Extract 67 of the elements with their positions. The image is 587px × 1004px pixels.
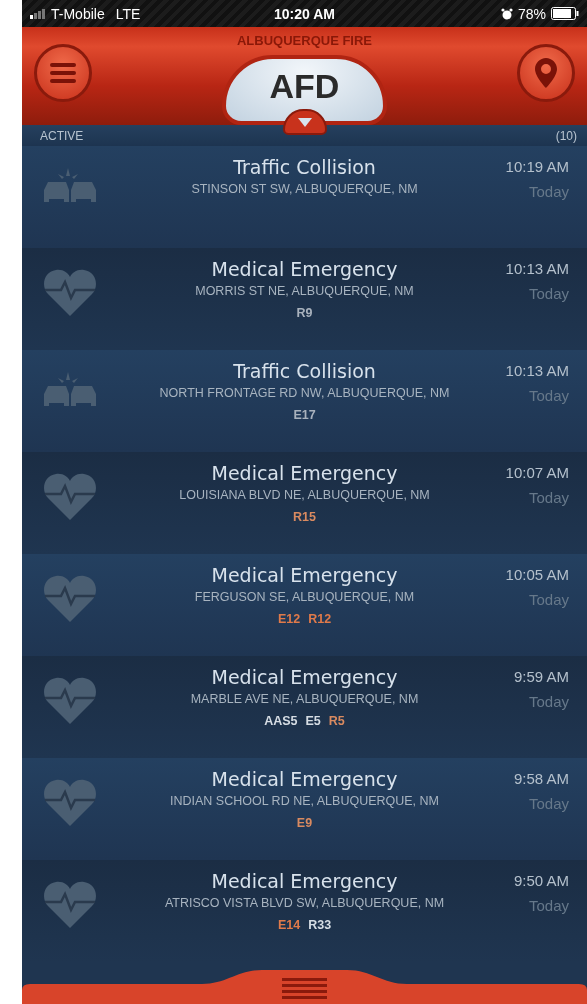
menu-icon [50, 62, 76, 84]
incident-time: 9:50 AM [513, 872, 569, 889]
heart-pulse-icon [43, 268, 97, 316]
incident-title: Traffic Collision [233, 156, 376, 178]
incident-time: 10:07 AM [505, 464, 569, 481]
unit-code: E14 [277, 918, 301, 932]
caret-icon [298, 117, 312, 127]
incident-address: NORTH FRONTAGE RD NW, ALBUQUERQUE, NM [159, 386, 450, 400]
incident-address: LOUISIANA BLVD NE, ALBUQUERQUE, NM [179, 488, 430, 502]
heart-pulse-icon [43, 472, 97, 520]
incident-count: (10) [555, 128, 577, 143]
incident-address: STINSON ST SW, ALBUQUERQUE, NM [191, 182, 418, 196]
heart-pulse-icon [43, 574, 97, 622]
incident-title: Medical Emergency [211, 768, 398, 790]
incident-time: 10:19 AM [505, 158, 569, 175]
incident-title: Medical Emergency [211, 462, 398, 484]
incident-time: 10:13 AM [505, 260, 569, 277]
incident-day: Today [528, 285, 569, 302]
incident-time: 10:05 AM [505, 566, 569, 583]
incident-day: Today [528, 387, 569, 404]
incident-day: Today [528, 795, 569, 812]
battery-percent: 78% [517, 5, 546, 22]
alarm-icon [500, 7, 513, 20]
incident-address: MORRIS ST NE, ALBUQUERQUE, NM [195, 284, 414, 298]
logo-text: AFD [269, 69, 340, 103]
menu-button[interactable] [34, 44, 92, 102]
incident-day: Today [528, 489, 569, 506]
unit-code: R33 [308, 918, 332, 932]
incident-title: Medical Emergency [211, 564, 398, 586]
heart-pulse-icon [43, 880, 97, 928]
battery-icon [551, 7, 579, 20]
incident-address: ATRISCO VISTA BLVD SW, ALBUQUERQUE, NM [164, 896, 445, 910]
unit-code: R5 [328, 714, 345, 728]
incident-day: Today [528, 897, 569, 914]
header-title: ALBUQUERQUE FIRE [235, 33, 374, 48]
incident-address: MARBLE AVE NE, ALBUQUERQUE, NM [190, 692, 419, 706]
incident-address: FERGUSON SE, ALBUQUERQUE, NM [194, 590, 415, 604]
dropdown-button[interactable] [283, 109, 327, 135]
incident-day: Today [528, 591, 569, 608]
bottom-drawer-handle[interactable] [22, 968, 587, 1004]
list-label: ACTIVE [40, 128, 84, 143]
unit-code: R12 [308, 612, 332, 626]
incident-address: INDIAN SCHOOL RD NE, ALBUQUERQUE, NM [170, 794, 439, 808]
network-label: LTE [115, 5, 141, 22]
incident-title: Medical Emergency [211, 666, 398, 688]
incident-title: Medical Emergency [211, 870, 398, 892]
incident-time: 10:13 AM [505, 362, 569, 379]
unit-code: E17 [293, 408, 316, 422]
location-button[interactable] [517, 44, 575, 102]
signal-icon [30, 8, 46, 19]
incident-time: 9:59 AM [513, 668, 569, 685]
carrier-label: T-Mobile [51, 5, 105, 22]
heart-pulse-icon [43, 676, 97, 724]
unit-code: E12 [277, 612, 301, 626]
unit-code: R15 [293, 510, 316, 524]
unit-code: E9 [296, 816, 313, 830]
clock-time: 10:20 AM [274, 5, 335, 22]
incident-day: Today [528, 693, 569, 710]
unit-code: E5 [305, 714, 321, 728]
unit-code: AAS5 [264, 714, 298, 728]
incident-day: Today [528, 183, 569, 200]
incident-title: Medical Emergency [211, 258, 398, 280]
incident-time: 9:58 AM [513, 770, 569, 787]
heart-pulse-icon [43, 778, 97, 826]
incident-title: Traffic Collision [233, 360, 376, 382]
unit-code: R9 [296, 306, 313, 320]
map-pin-icon [535, 58, 557, 88]
